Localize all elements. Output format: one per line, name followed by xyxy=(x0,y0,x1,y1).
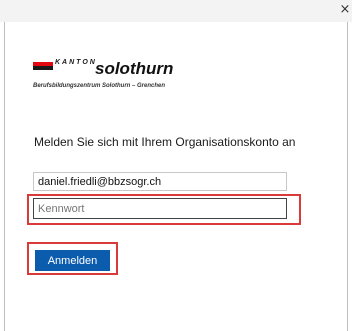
close-icon[interactable]: × xyxy=(338,0,352,22)
sign-in-button[interactable]: Anmelden xyxy=(35,250,110,271)
title-bar: × xyxy=(0,0,352,22)
flag-dark-stripe xyxy=(33,66,53,70)
logo-kanton-text: KANTON xyxy=(55,59,97,66)
kanton-solothurn-logo: KANTON solothurn Berufsbildungszentrum S… xyxy=(33,59,213,90)
email-field[interactable] xyxy=(33,172,287,191)
page-heading: Melden Sie sich mit Ihrem Organisationsk… xyxy=(34,135,296,149)
logo-subtitle: Berufsbildungszentrum Solothurn – Grench… xyxy=(33,83,166,89)
logo-city-text: solothurn xyxy=(95,59,174,78)
password-field[interactable] xyxy=(33,198,287,219)
